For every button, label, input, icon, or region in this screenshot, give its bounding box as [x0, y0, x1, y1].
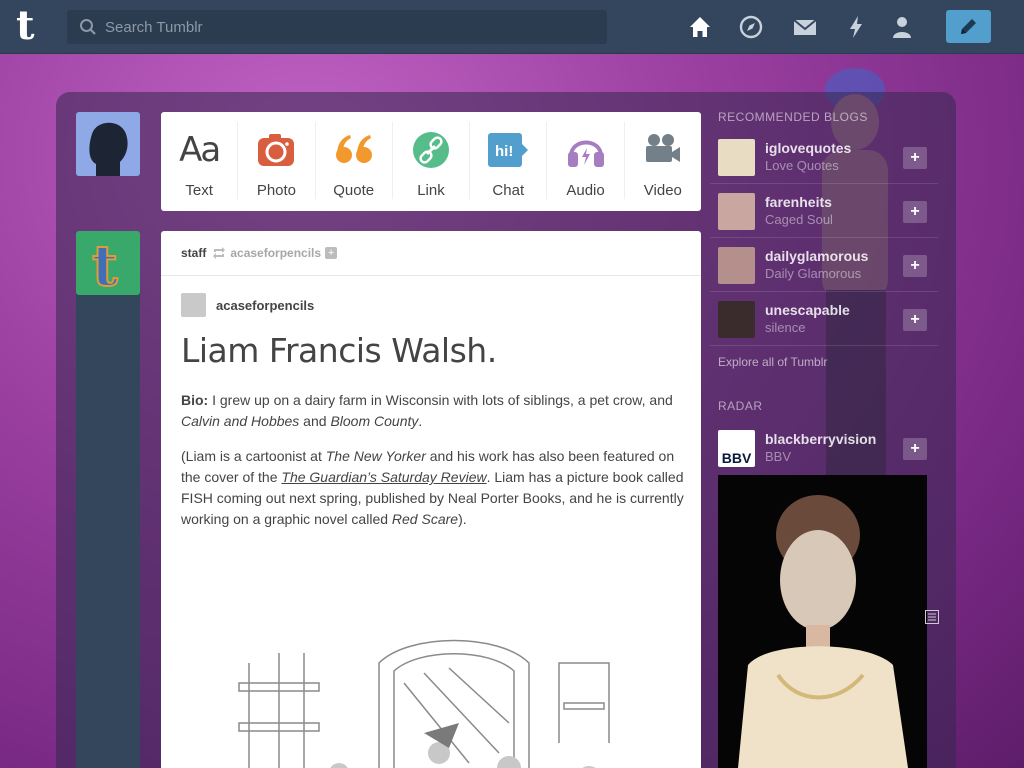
bio-text: I grew up on a dairy farm in Wisconsin w… [208, 392, 673, 408]
compose-button[interactable] [946, 10, 991, 43]
post-author-link[interactable]: staff [181, 246, 206, 260]
blog-name-link[interactable]: acaseforpencils [216, 298, 314, 313]
recommended-blog-item[interactable]: dailyglamorous Daily Glamorous + [710, 238, 938, 292]
inbox-mail-icon[interactable] [791, 13, 819, 41]
post-type-label: Chat [492, 182, 525, 199]
follow-button[interactable]: + [903, 309, 927, 331]
blog-avatar[interactable] [718, 247, 755, 284]
radar-post-image[interactable] [718, 475, 927, 768]
staff-avatar[interactable]: t [76, 231, 140, 300]
blog-title: silence [765, 320, 806, 335]
explore-all-link[interactable]: Explore all of Tumblr [718, 355, 827, 369]
post-type-label: Text [185, 182, 213, 199]
work-title: The New Yorker [325, 448, 426, 464]
recommended-blog-item[interactable]: unescapable silence + [710, 292, 938, 346]
post-header: staff acaseforpencils + [161, 231, 701, 276]
post-type-audio[interactable]: Audio [547, 122, 625, 199]
bio-text: and [299, 413, 331, 429]
activity-bolt-icon[interactable] [842, 13, 870, 41]
bio-paragraph: Bio: I grew up on a dairy farm in Wiscon… [181, 390, 686, 432]
svg-text:t: t [92, 233, 118, 295]
recommended-blog-item[interactable]: iglovequotes Love Quotes + [710, 130, 938, 184]
chat-bubble-icon: hi! [488, 133, 529, 167]
bio-label: Bio: [181, 392, 209, 408]
blog-avatar[interactable] [718, 301, 755, 338]
post-avatar-rail [76, 231, 140, 768]
quote-icon [335, 135, 372, 163]
explore-compass-icon[interactable] [737, 13, 765, 41]
tumblr-logo[interactable]: t [16, 6, 50, 46]
blog-name[interactable]: blackberryvision [765, 431, 876, 447]
blog-title: Love Quotes [765, 158, 839, 173]
search-icon [80, 19, 96, 35]
post-type-photo[interactable]: Photo [238, 122, 316, 199]
post-type-label: Video [643, 182, 682, 199]
post-title: Liam Francis Walsh. [181, 331, 497, 370]
silhouette-icon [89, 122, 128, 176]
blog-mini-avatar[interactable] [181, 293, 206, 317]
grid-view-icon[interactable] [925, 610, 939, 624]
blog-avatar[interactable]: BBV [718, 430, 755, 467]
search-box[interactable] [67, 10, 607, 44]
post-type-quote[interactable]: Quote [316, 122, 393, 199]
blog-title: Daily Glamorous [765, 266, 862, 281]
blog-title: Caged Soul [765, 212, 833, 227]
post-type-label: Link [417, 182, 445, 199]
model-photo [718, 475, 927, 768]
post-type-video[interactable]: Video [625, 122, 701, 199]
follow-button[interactable]: + [903, 147, 927, 169]
blog-attribution: acaseforpencils [181, 293, 314, 317]
blog-name[interactable]: unescapable [765, 302, 850, 318]
link-icon [412, 132, 449, 168]
details-paragraph: (Liam is a cartoonist at The New Yorker … [181, 446, 686, 530]
work-title: Calvin and Hobbes [181, 413, 300, 429]
blog-name[interactable]: dailyglamorous [765, 248, 868, 264]
svg-text:hi!: hi! [495, 143, 513, 160]
headphones-icon [567, 140, 604, 167]
radar-heading: RADAR [718, 399, 763, 413]
blog-avatar[interactable] [718, 193, 755, 230]
post-type-label: Quote [333, 182, 375, 199]
reblog-icon [213, 247, 226, 259]
post-type-label: Audio [566, 182, 605, 199]
account-person-icon[interactable] [888, 13, 916, 41]
bio-text: . [418, 413, 423, 429]
radar-blog-item[interactable]: BBV blackberryvision BBV + [710, 421, 938, 475]
follow-plus-icon[interactable]: + [325, 247, 338, 259]
home-icon[interactable] [686, 13, 714, 41]
follow-button[interactable]: + [903, 438, 927, 460]
post-type-label: Photo [256, 182, 297, 199]
pencil-icon [961, 19, 976, 34]
post-type-chat[interactable]: hi! Chat [470, 122, 548, 199]
blog-title: BBV [765, 449, 792, 464]
user-avatar[interactable] [76, 112, 140, 176]
post-type-bar: Aa Text Photo Quote Link hi! Chat Audio … [161, 112, 701, 211]
tumblr-t-icon: t [91, 232, 119, 300]
cartoon-image [209, 623, 639, 768]
body-text: (Liam is a cartoonist at [181, 448, 326, 464]
search-input[interactable] [105, 10, 595, 44]
text-icon: Aa [179, 130, 221, 170]
post-type-text[interactable]: Aa Text [161, 122, 239, 199]
blog-name[interactable]: iglovequotes [765, 140, 851, 156]
reblog-source-link[interactable]: acaseforpencils [230, 246, 321, 260]
recommended-blogs-heading: RECOMMENDED BLOGS [718, 110, 868, 124]
dashboard-post: staff acaseforpencils + acaseforpencils … [161, 231, 701, 768]
follow-button[interactable]: + [903, 255, 927, 277]
video-camera-icon [645, 134, 680, 162]
post-type-link[interactable]: Link [393, 122, 471, 199]
follow-button[interactable]: + [903, 201, 927, 223]
work-title: Red Scare [391, 511, 459, 527]
recommended-blog-item[interactable]: farenheits Caged Soul + [710, 184, 938, 238]
guardian-link[interactable]: The Guardian’s Saturday Review [281, 469, 486, 485]
post-body: Bio: I grew up on a dairy farm in Wiscon… [181, 390, 686, 544]
body-text: ). [458, 511, 467, 527]
top-navigation-bar: t [0, 0, 1024, 54]
camera-icon [258, 134, 295, 166]
blog-name[interactable]: farenheits [765, 194, 832, 210]
blog-avatar[interactable] [718, 139, 755, 176]
work-title: Bloom County [330, 413, 419, 429]
